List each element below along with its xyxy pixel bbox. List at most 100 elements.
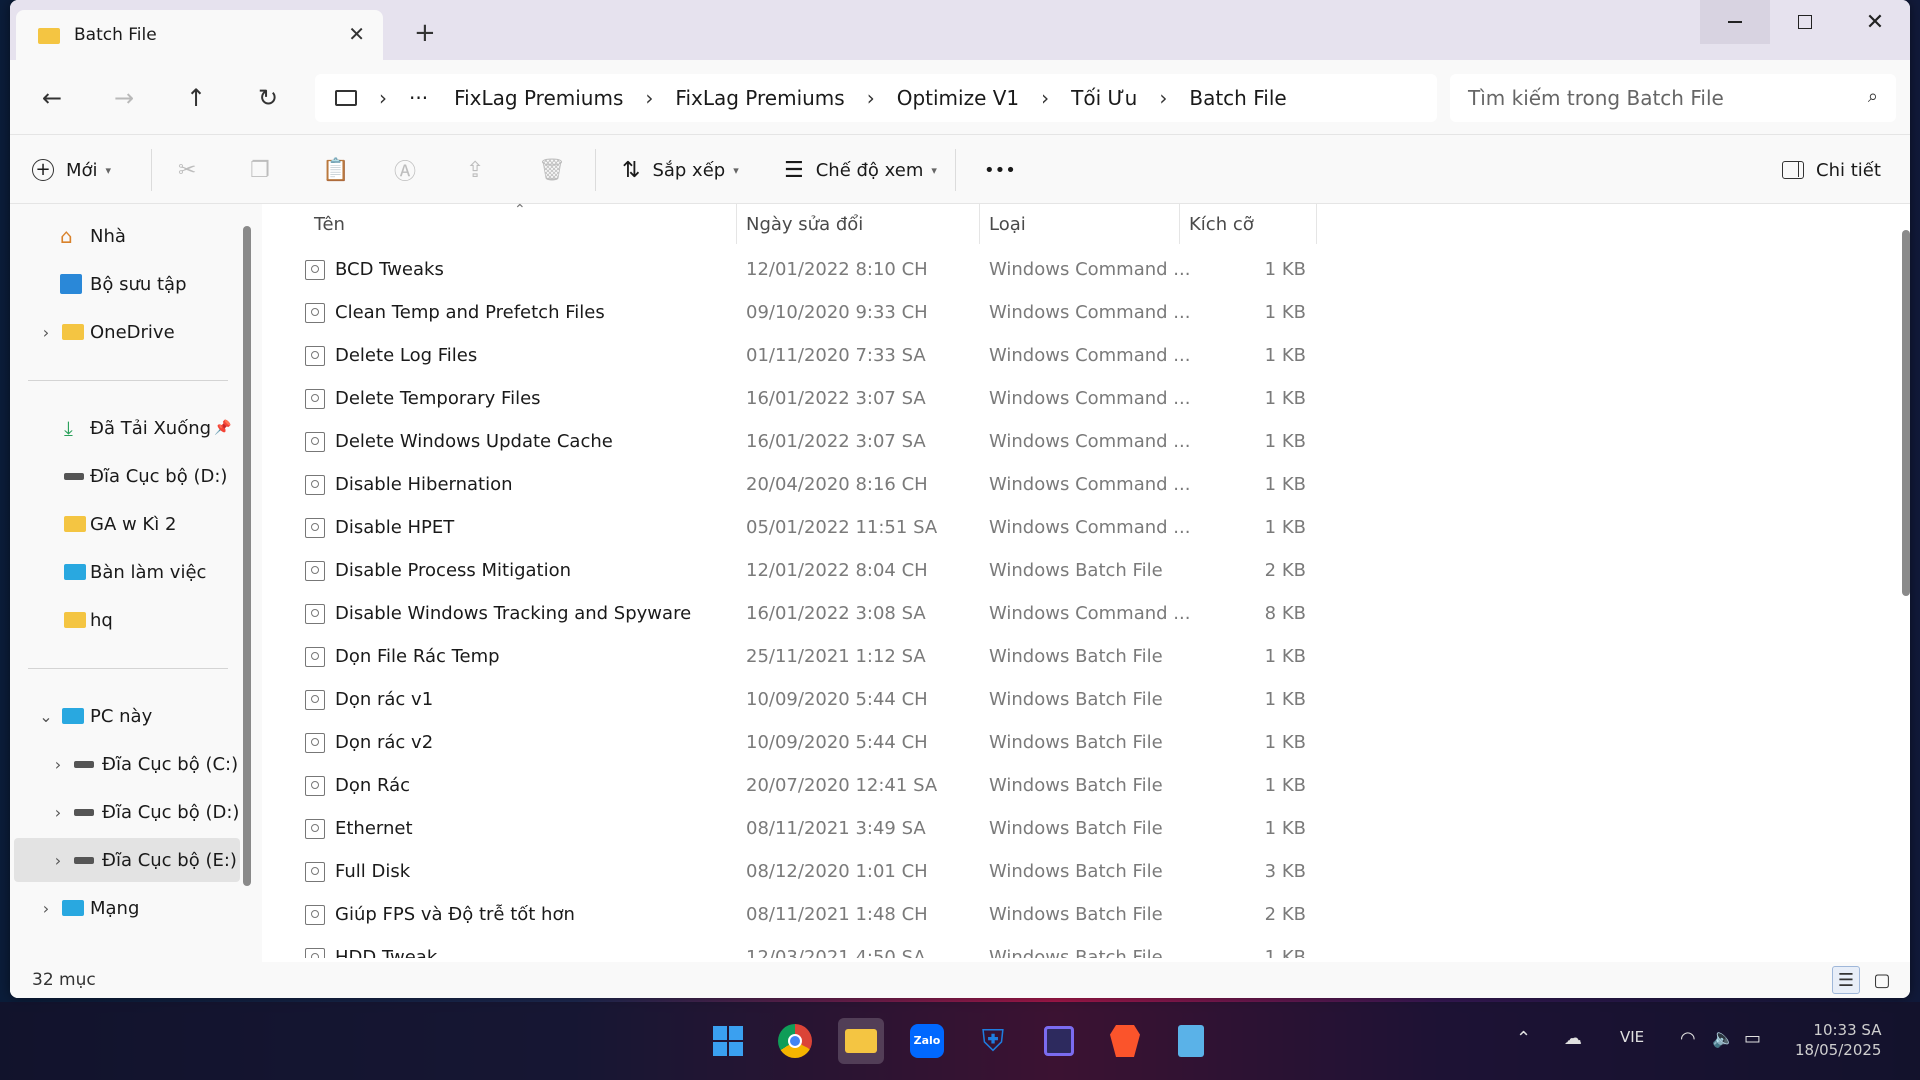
sidebar-item-drive-d-pc[interactable]: › Đĩa Cục bộ (D:) bbox=[10, 790, 240, 834]
table-row[interactable]: Clean Temp and Prefetch Files 09/10/2020 … bbox=[262, 291, 1862, 334]
sidebar-item-drive-e[interactable]: › Đĩa Cục bộ (E:) bbox=[14, 838, 240, 882]
sidebar-item-network[interactable]: › Mạng bbox=[10, 886, 236, 930]
column-divider[interactable] bbox=[1179, 204, 1180, 244]
chevron-right-icon[interactable]: › bbox=[36, 323, 56, 342]
brave-app[interactable] bbox=[1102, 1018, 1148, 1064]
table-row[interactable]: Dọn Rác 20/07/2020 12:41 SA Windows Batch … bbox=[262, 764, 1862, 807]
share-button[interactable]: ⇪ bbox=[466, 135, 496, 205]
column-header-type[interactable]: Loại bbox=[989, 204, 1026, 244]
sidebar-item-ga-w-ki-2[interactable]: GA w Kì 2 bbox=[10, 502, 236, 546]
onedrive-cloud-icon[interactable]: ☁ bbox=[1564, 1028, 1582, 1049]
table-row[interactable]: Disable HPET 05/01/2022 11:51 SA Windows C… bbox=[262, 506, 1862, 549]
tab-batch-file[interactable]: Batch File ✕ bbox=[16, 10, 383, 60]
rename-button[interactable]: Ⓐ bbox=[394, 135, 428, 205]
paste-button[interactable]: 📋 bbox=[322, 135, 361, 205]
chip-app[interactable] bbox=[1036, 1018, 1082, 1064]
sidebar-item-onedrive[interactable]: › OneDrive bbox=[10, 310, 236, 354]
table-row[interactable]: Disable Process Mitigation 12/01/2022 8:0… bbox=[262, 549, 1862, 592]
table-row[interactable]: Disable Windows Tracking and Spyware 16/0… bbox=[262, 592, 1862, 635]
close-tab-icon[interactable]: ✕ bbox=[348, 22, 365, 46]
chevron-right-icon[interactable]: › bbox=[36, 899, 56, 918]
file-list-scrollbar[interactable] bbox=[1902, 230, 1910, 596]
sidebar-scrollbar[interactable] bbox=[243, 226, 251, 886]
close-window-button[interactable]: ✕ bbox=[1840, 0, 1910, 44]
tiles-view-button[interactable]: ▢ bbox=[1868, 966, 1896, 994]
refresh-button[interactable]: ↻ bbox=[248, 80, 288, 116]
new-button[interactable]: + Mới ▾ bbox=[32, 135, 111, 205]
column-divider[interactable] bbox=[736, 204, 737, 244]
new-tab-button[interactable]: + bbox=[414, 20, 436, 46]
system-clock[interactable]: 10:33 SA 18/05/2025 bbox=[1795, 1020, 1881, 1060]
language-indicator[interactable]: VIE bbox=[1620, 1028, 1644, 1046]
breadcrumb-overflow[interactable]: ··· bbox=[409, 86, 428, 110]
sidebar-item-gallery[interactable]: Bộ sưu tập bbox=[10, 262, 236, 306]
battery-icon[interactable]: ▭ bbox=[1744, 1028, 1761, 1049]
column-header-date[interactable]: Ngày sửa đổi bbox=[746, 204, 863, 244]
sidebar-item-drive-d[interactable]: Đĩa Cục bộ (D:) bbox=[10, 454, 236, 498]
address-bar[interactable]: › ··· FixLag Premiums › FixLag Premiums … bbox=[315, 74, 1437, 122]
chevron-right-icon[interactable]: › bbox=[1159, 86, 1167, 110]
sidebar-item-drive-c[interactable]: › Đĩa Cục bộ (C:) bbox=[10, 742, 238, 786]
sort-button[interactable]: ⇅ Sắp xếp ▾ bbox=[622, 135, 739, 205]
wifi-icon[interactable]: ◠ bbox=[1680, 1028, 1696, 1049]
column-header-size[interactable]: Kích cỡ bbox=[1189, 204, 1254, 244]
breadcrumb-item[interactable]: Tối Ưu bbox=[1071, 86, 1137, 110]
chevron-right-icon[interactable]: › bbox=[48, 755, 68, 774]
more-options-button[interactable]: ••• bbox=[984, 135, 1016, 205]
table-row[interactable]: Delete Log Files 01/11/2020 7:33 SA Window… bbox=[262, 334, 1862, 377]
notepad-app[interactable] bbox=[1168, 1018, 1214, 1064]
copy-button[interactable]: ❐ bbox=[250, 135, 282, 205]
chevron-down-icon[interactable]: ⌄ bbox=[36, 707, 56, 726]
column-header-name[interactable]: Tên bbox=[314, 204, 345, 244]
up-button[interactable]: ↑ bbox=[176, 80, 216, 116]
column-divider[interactable] bbox=[979, 204, 980, 244]
breadcrumb-item[interactable]: FixLag Premiums bbox=[675, 86, 844, 110]
table-row[interactable]: Disable Hibernation 20/04/2020 8:16 CH Win… bbox=[262, 463, 1862, 506]
chevron-right-icon[interactable]: › bbox=[645, 86, 653, 110]
delete-button[interactable]: 🗑 bbox=[538, 135, 578, 205]
details-pane-button[interactable]: Chi tiết bbox=[1782, 135, 1881, 205]
table-row[interactable]: Dọn rác v2 10/09/2020 5:44 CH Windows Batc… bbox=[262, 721, 1862, 764]
sidebar-item-hq[interactable]: hq bbox=[10, 598, 236, 642]
view-button[interactable]: ☰ Chế độ xem ▾ bbox=[784, 135, 937, 205]
table-row[interactable]: Dọn rác v1 10/09/2020 5:44 CH Windows Batc… bbox=[262, 678, 1862, 721]
chevron-right-icon[interactable]: › bbox=[867, 86, 875, 110]
chevron-right-icon[interactable]: › bbox=[1041, 86, 1049, 110]
table-row[interactable]: Dọn File Rác Temp 25/11/2021 1:12 SA Windo… bbox=[262, 635, 1862, 678]
sidebar-item-home[interactable]: ⌂ Nhà bbox=[10, 214, 236, 258]
security-app[interactable]: ⛨ bbox=[970, 1018, 1016, 1064]
chevron-up-icon[interactable]: ⌃ bbox=[1516, 1028, 1531, 1049]
pc-icon[interactable] bbox=[335, 90, 357, 106]
table-row[interactable]: Full Disk 08/12/2020 1:01 CH Windows Batch… bbox=[262, 850, 1862, 893]
file-explorer-app[interactable] bbox=[838, 1018, 884, 1064]
table-row[interactable]: Ethernet 08/11/2021 3:49 SA Windows Batch … bbox=[262, 807, 1862, 850]
sidebar-item-this-pc[interactable]: ⌄ PC này bbox=[10, 694, 236, 738]
table-row[interactable]: BCD Tweaks 12/01/2022 8:10 CH Windows Comm… bbox=[262, 248, 1862, 291]
details-view-button[interactable]: ☰ bbox=[1832, 966, 1860, 994]
zalo-app[interactable]: Zalo bbox=[904, 1018, 950, 1064]
minimize-button[interactable] bbox=[1700, 0, 1770, 44]
pin-icon[interactable]: 📌 bbox=[214, 420, 231, 436]
table-row[interactable]: Delete Windows Update Cache 16/01/2022 3:… bbox=[262, 420, 1862, 463]
search-input[interactable]: Tìm kiếm trong Batch File ⌕ bbox=[1450, 74, 1896, 122]
chevron-right-icon[interactable]: › bbox=[379, 86, 387, 110]
cut-button[interactable]: ✂ bbox=[178, 135, 208, 205]
chrome-app[interactable] bbox=[772, 1018, 818, 1064]
sidebar-item-downloads[interactable]: ⤓ Đã Tải Xuống 📌 bbox=[10, 406, 236, 450]
sidebar-item-desktop[interactable]: Bàn làm việc bbox=[10, 550, 236, 594]
table-row[interactable]: HDD Tweak 12/03/2021 4:50 SA Windows Batch… bbox=[262, 936, 1862, 958]
maximize-button[interactable] bbox=[1770, 0, 1840, 44]
breadcrumb-item[interactable]: Optimize V1 bbox=[897, 86, 1019, 110]
table-row[interactable]: Giúp FPS và Độ trễ tốt hơn 08/11/2021 1:4… bbox=[262, 893, 1862, 936]
start-button[interactable] bbox=[705, 1018, 751, 1064]
chevron-right-icon[interactable]: › bbox=[48, 851, 68, 870]
back-button[interactable]: ← bbox=[32, 80, 72, 116]
breadcrumb-item-current[interactable]: Batch File bbox=[1189, 86, 1286, 110]
table-row[interactable]: Delete Temporary Files 16/01/2022 3:07 SA… bbox=[262, 377, 1862, 420]
forward-button[interactable]: → bbox=[104, 80, 144, 116]
chevron-right-icon[interactable]: › bbox=[48, 803, 68, 822]
volume-icon[interactable]: 🔈 bbox=[1712, 1028, 1734, 1049]
breadcrumb-item[interactable]: FixLag Premiums bbox=[454, 86, 623, 110]
search-icon[interactable]: ⌕ bbox=[1868, 86, 1878, 107]
column-divider[interactable] bbox=[1316, 204, 1317, 244]
